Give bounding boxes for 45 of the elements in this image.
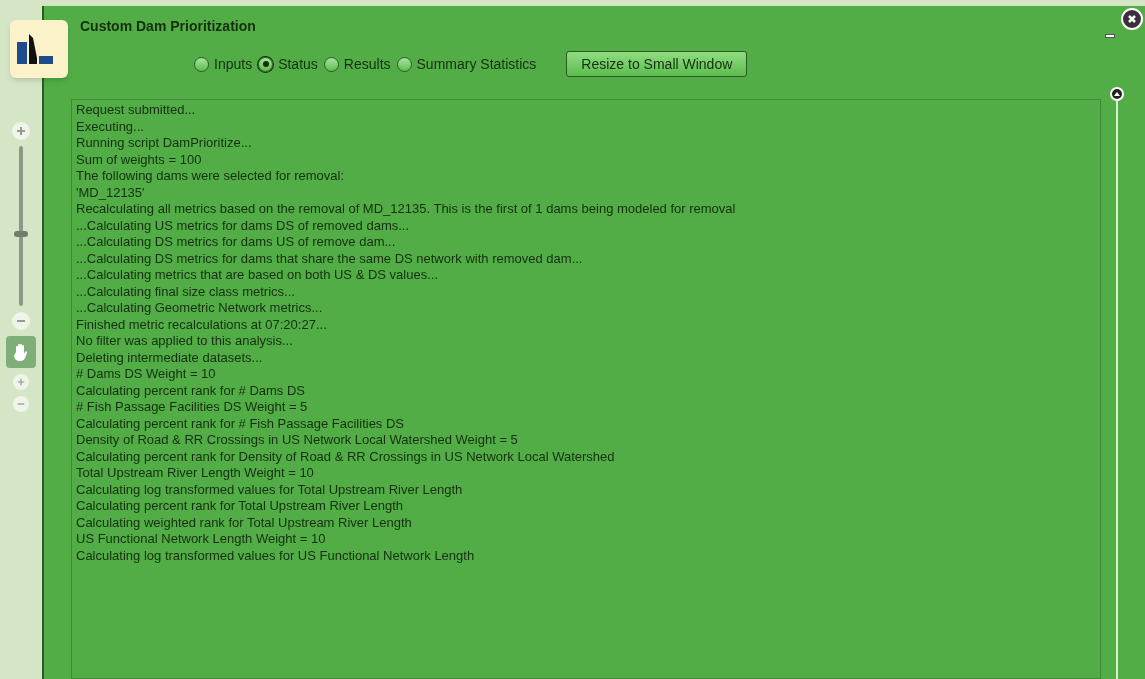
log-line: Calculating percent rank for # Fish Passage Facilities DS xyxy=(76,415,405,432)
log-line: No filter was applied to this analysis... xyxy=(76,333,293,350)
log-line: Running script DamPrioritize... xyxy=(76,135,252,152)
log-line: Calculating percent rank for Total Upstream River Length xyxy=(76,498,404,515)
radio-option[interactable]: Inputs xyxy=(194,53,253,75)
log-line: Request submitted... xyxy=(76,102,196,119)
log-line: Calculating percent rank for # Dams DS xyxy=(76,382,306,399)
scroll-thumb[interactable] xyxy=(1110,87,1124,101)
window-title: Custom Dam Prioritization xyxy=(80,17,256,36)
log-line: ...Calculating DS metrics for dams that share the same DS network with removed dam... xyxy=(76,250,583,267)
zoom-slider-track[interactable] xyxy=(14,146,28,306)
log-line: ...Calculating metrics that are based on both US & DS values... xyxy=(76,267,438,284)
log-line: ...Calculating DS metrics for dams US of remove dam... xyxy=(76,234,396,251)
resize-button[interactable]: Resize to Small Window xyxy=(566,51,748,78)
log-line: ...Calculating Geometric Network metrics... xyxy=(76,300,323,317)
log-line: Sum of weights = 100 xyxy=(76,151,202,168)
log-line: Finished metric recalculations at 07:20:27... xyxy=(76,316,327,333)
radio-option[interactable]: Status xyxy=(258,53,318,75)
minimize-icon[interactable] xyxy=(1105,34,1115,38)
zoom-out-icon[interactable] xyxy=(12,312,30,330)
log-line: ...Calculating final size class metrics... xyxy=(76,283,295,300)
zoom-out-icon[interactable] xyxy=(13,396,29,412)
app-logo-icon xyxy=(10,20,68,78)
log-line: Total Upstream River Length Weight = 10 xyxy=(76,465,314,482)
log-line: Executing... xyxy=(76,118,144,135)
radio-option[interactable]: Results xyxy=(323,53,391,75)
pan-hand-icon[interactable] xyxy=(6,336,36,368)
log-line: Density of Road & RR Crossings in US Network Local Watershed Weight = 5 xyxy=(76,432,518,449)
log-line: US Functional Network Length Weight = 10 xyxy=(76,531,326,548)
log-line: # Dams DS Weight = 10 xyxy=(76,366,216,383)
log-line: 'MD_12135' xyxy=(76,184,145,201)
radio-option[interactable]: Summary Statistics xyxy=(396,53,537,75)
zoom-in-icon[interactable] xyxy=(13,374,29,390)
zoom-in-icon[interactable] xyxy=(12,122,30,140)
log-line: Calculating percent rank for Density of Road & RR Crossings in US Network Local Watershed xyxy=(76,448,615,465)
log-line: # Fish Passage Facilities DS Weight = 5 xyxy=(76,399,308,416)
log-line: Calculating log transformed values for Total Upstream River Length xyxy=(76,481,463,498)
zoom-slider-thumb[interactable] xyxy=(14,230,28,237)
log-line: Calculating log transformed values for US Functional Network Length xyxy=(76,547,475,564)
log-line: Calculating weighted rank for Total Upstream River Length xyxy=(76,514,412,531)
log-line: Deleting intermediate datasets... xyxy=(76,349,263,366)
log-line: ...Calculating US metrics for dams DS of removed dams... xyxy=(76,217,410,234)
log-line: The following dams were selected for removal: xyxy=(76,168,345,185)
close-icon[interactable] xyxy=(1121,8,1143,30)
log-line: Recalculating all metrics based on the removal of MD_12135. This is the first of 1 dams being modeled for removal xyxy=(76,201,736,218)
